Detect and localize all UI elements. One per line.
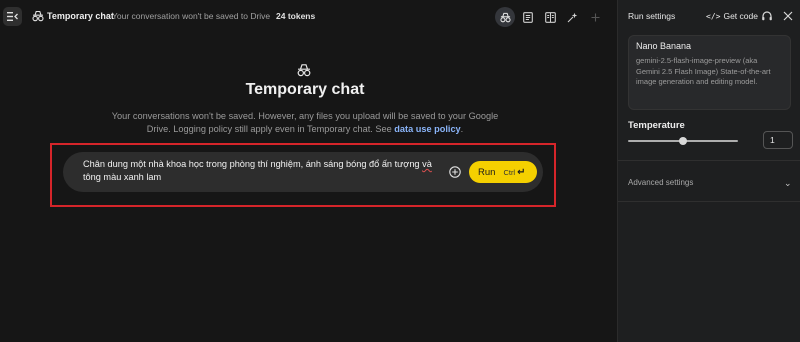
chat-subtitle-text: Your conversation won't be saved to Driv… [111,11,271,21]
new-chat-button[interactable] [585,7,605,27]
token-count: 24 tokens [276,11,316,21]
menu-collapse-icon [7,12,18,21]
enter-key-icon: ↵ [517,166,526,178]
model-description: gemini-2.5-flash-image-preview (aka Gemi… [636,56,771,86]
advanced-settings-toggle[interactable]: Advanced settings [628,178,693,187]
code-icon: </> [706,12,721,21]
plus-icon [591,13,599,21]
book-icon [544,11,556,23]
run-button[interactable]: Run Ctrl ↵ [469,161,537,183]
temporary-chat-icon [32,10,44,22]
compare-button[interactable] [540,7,560,27]
compare-mode-button[interactable] [562,7,582,27]
run-label: Run [478,166,496,178]
hero-title: Temporary chat [245,81,365,98]
incognito-icon [499,12,511,22]
temperature-input[interactable]: 1 [763,131,793,149]
prompt-input-box[interactable]: Chân dung một nhà khoa học trong phòng t… [63,152,543,192]
temperature-slider[interactable] [628,136,740,146]
hero-description: Your conversations won't be saved. Howev… [100,110,510,136]
run-settings-panel: Run settings </> Get code Nano Banana gem… [617,0,800,342]
headset-icon[interactable] [761,10,773,22]
prompt-spellcheck-word: và [422,159,432,169]
document-list-icon [523,11,533,23]
prompt-text-start: Chân dung một nhà khoa học trong phòng t… [83,159,423,169]
add-media-icon[interactable] [449,166,461,178]
hero-description-end: . [460,124,464,134]
get-code-button[interactable]: </> Get code [706,11,758,21]
history-button[interactable] [518,7,538,27]
model-selector[interactable]: Nano Banana gemini-2.5-flash-image-previ… [628,35,791,110]
divider [618,201,800,202]
slider-thumb[interactable] [679,137,687,145]
chat-main-area: Temporary chat • Your conversation won't … [0,0,617,342]
model-name: Nano Banana [636,41,692,51]
divider [618,160,800,161]
get-code-label: Get code [723,11,758,21]
chevron-down-icon[interactable]: ⌄ [784,178,792,189]
temperature-label: Temperature [628,120,685,131]
chat-subtitle: • Your conversation won't be saved to Dri… [106,11,271,21]
chat-title: Temporary chat [47,11,114,21]
prompt-text-end: tông màu xanh lam [83,171,162,182]
run-settings-title: Run settings [628,11,676,21]
data-use-policy-link[interactable]: data use policy [394,124,460,134]
sidebar-toggle-button[interactable] [3,7,22,26]
prompt-input[interactable]: Chân dung một nhà khoa học trong phòng t… [83,158,433,183]
close-panel-icon[interactable] [782,10,794,22]
temporary-chat-toggle[interactable] [495,7,515,27]
run-shortcut: Ctrl [503,167,516,177]
top-bar: Temporary chat • Your conversation won't … [0,0,617,34]
temporary-chat-hero-icon [297,64,311,77]
sparkle-compare-icon [567,12,577,22]
